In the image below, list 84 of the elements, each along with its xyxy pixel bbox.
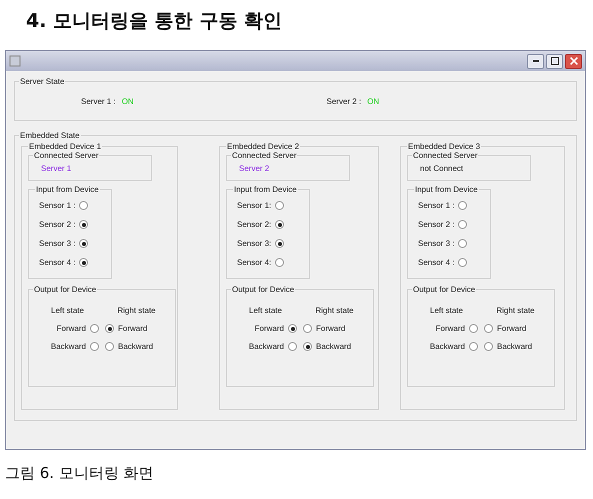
group-title: Embedded Device 3 [407,142,482,151]
radio-button[interactable] [79,239,88,248]
sensor-label: Sensor 1 : [39,201,76,210]
server-label: Server 1 : [81,96,116,106]
column-header: Left state [50,306,85,315]
connected-server-value: not Connect [419,163,464,175]
column-header: Right state [314,306,355,315]
sensor-label: Sensor 2: [237,220,272,229]
radio-label: Backward [497,342,532,351]
radio-button[interactable] [90,342,99,351]
column-header: Right state [495,306,536,315]
group-title: Output for Device [231,285,296,294]
radio-button[interactable] [469,324,478,333]
sensor-label: Sensor 2 : [418,220,454,229]
group-title: Input from Device [414,185,479,194]
radio-button[interactable] [275,220,284,229]
radio-label: Forward [118,324,148,333]
group-title: Server State [19,77,66,86]
minimize-button[interactable] [527,54,544,68]
figure-caption: 그림 6. 모니터링 화면 [5,464,155,483]
column-header: Left state [248,306,283,315]
radio-label: Forward [56,324,86,333]
radio-button[interactable] [469,342,478,351]
radio-button[interactable] [484,324,493,333]
radio-button[interactable] [90,324,99,333]
column-header: Right state [116,306,157,315]
server-status: ON [367,96,380,106]
radio-button[interactable] [484,342,493,351]
close-button[interactable] [565,54,582,68]
radio-button[interactable] [105,342,114,351]
sensor-label: Sensor 1: [237,201,272,210]
radio-label: Forward [436,324,465,333]
group-title: Output for Device [412,285,476,294]
group-title: Embedded Device 1 [28,142,102,151]
maximize-icon [550,57,558,65]
app-icon [9,55,21,67]
sensor-label: Sensor 3: [237,239,272,248]
group-title: Embedded State [19,131,81,140]
column-header: Left state [429,306,464,315]
radio-button[interactable] [458,201,468,210]
group-title: Input from Device [233,185,298,194]
radio-label: Backward [430,342,465,351]
radio-label: Forward [254,324,284,333]
connected-server-value: Server 1 [40,163,72,175]
server-status: ON [122,96,134,106]
server-label: Server 2 : [326,96,362,106]
radio-button[interactable] [288,342,297,351]
radio-button[interactable] [458,258,468,267]
radio-button[interactable] [275,201,284,210]
radio-button[interactable] [458,220,468,229]
minimize-icon [532,60,538,62]
radio-label: Forward [497,324,526,333]
sensor-label: Sensor 4 : [418,258,454,267]
sensor-label: Sensor 4 : [39,258,76,267]
radio-button[interactable] [303,342,312,351]
radio-button[interactable] [303,324,312,333]
group-title: Connected Server [231,151,298,160]
sensor-label: Sensor 4: [237,258,272,267]
sensor-label: Sensor 1 : [418,201,454,210]
radio-label: Backward [248,342,284,351]
sensor-label: Sensor 3 : [39,239,76,248]
radio-label: Backward [50,342,86,351]
radio-button[interactable] [79,201,88,210]
close-icon [570,57,578,65]
radio-label: Backward [316,342,352,351]
group-title: Input from Device [35,185,100,194]
maximize-button[interactable] [546,54,563,68]
radio-label: Forward [316,324,346,333]
radio-button[interactable] [105,324,114,333]
radio-button[interactable] [275,239,284,248]
radio-button[interactable] [458,239,468,248]
group-title: Embedded Device 2 [226,142,300,151]
radio-button[interactable] [79,220,88,229]
radio-button[interactable] [275,258,284,267]
section-heading: 4. 모니터링을 통한 구동 확인 [26,9,283,34]
sensor-label: Sensor 2 : [39,220,76,229]
radio-button[interactable] [288,324,297,333]
radio-label: Backward [118,342,154,351]
connected-server-value: Server 2 [238,163,270,175]
group-title: Connected Server [412,151,478,160]
group-title: Output for Device [33,285,98,294]
radio-button[interactable] [79,258,88,267]
sensor-label: Sensor 3 : [418,239,454,248]
group-title: Connected Server [33,151,100,160]
